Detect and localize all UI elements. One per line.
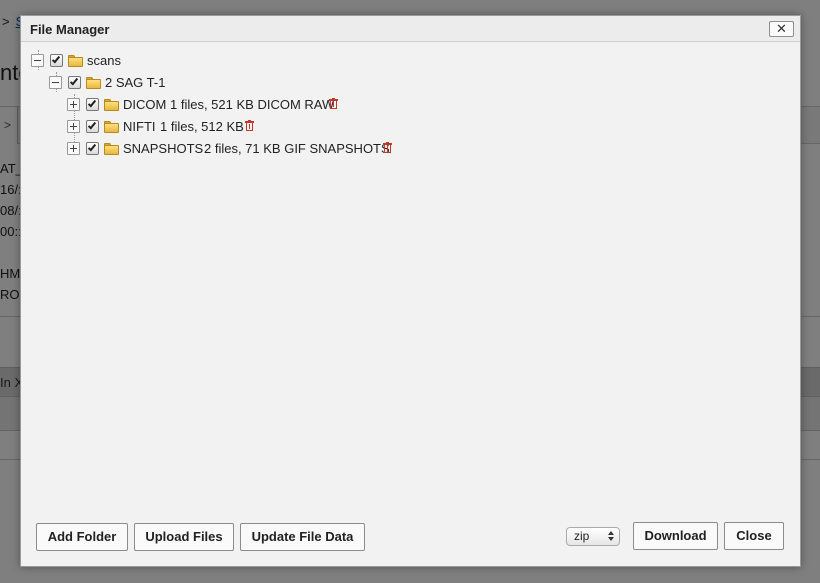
file-info: 1 files, 521 KB DICOM RAW bbox=[170, 97, 335, 112]
select-arrows-icon bbox=[608, 531, 614, 542]
folder-icon bbox=[68, 55, 83, 67]
add-folder-button[interactable]: Add Folder bbox=[36, 523, 128, 551]
file-tree: scans 2 SAG T-1 DICOM 1 files, 521 KB DI… bbox=[21, 42, 800, 512]
download-format-select[interactable]: zip bbox=[566, 527, 620, 546]
dialog-title: File Manager bbox=[30, 22, 110, 37]
tree-node-label[interactable]: DICOM bbox=[123, 97, 166, 112]
folder-icon bbox=[104, 99, 119, 111]
folder-icon bbox=[86, 77, 101, 89]
trash-icon[interactable] bbox=[383, 142, 392, 154]
upload-files-button[interactable]: Upload Files bbox=[134, 523, 234, 551]
update-file-data-button[interactable]: Update File Data bbox=[240, 523, 365, 551]
tree-node-label[interactable]: scans bbox=[87, 53, 121, 68]
collapse-minus-icon[interactable] bbox=[31, 54, 44, 67]
expand-plus-icon[interactable] bbox=[67, 142, 80, 155]
checkbox-checked-icon[interactable] bbox=[86, 120, 99, 133]
tree-node-dicom: DICOM 1 files, 521 KB DICOM RAW bbox=[67, 96, 367, 114]
tree-node-label[interactable]: 2 SAG T-1 bbox=[105, 75, 165, 90]
download-format-value: zip bbox=[574, 529, 590, 543]
dialog-titlebar: File Manager ✕ bbox=[21, 16, 800, 42]
checkbox-checked-icon[interactable] bbox=[50, 54, 63, 67]
file-info: 2 files, 71 KB GIF SNAPSHOTS bbox=[204, 141, 390, 156]
checkbox-checked-icon[interactable] bbox=[86, 142, 99, 155]
tree-node-nifti: NIFTI 1 files, 512 KB bbox=[67, 118, 367, 136]
close-icon[interactable]: ✕ bbox=[769, 21, 794, 37]
folder-icon bbox=[104, 121, 119, 133]
tree-node-scans: scans bbox=[31, 52, 231, 70]
close-button[interactable]: Close bbox=[724, 522, 784, 550]
collapse-minus-icon[interactable] bbox=[49, 76, 62, 89]
folder-icon bbox=[104, 143, 119, 155]
checkbox-checked-icon[interactable] bbox=[86, 98, 99, 111]
tree-node-label[interactable]: NIFTI bbox=[123, 119, 156, 134]
download-button[interactable]: Download bbox=[633, 522, 718, 550]
checkbox-checked-icon[interactable] bbox=[68, 76, 81, 89]
tree-node-label[interactable]: SNAPSHOTS bbox=[123, 141, 203, 156]
tree-node-snapshots: SNAPSHOTS 2 files, 71 KB GIF SNAPSHOTS bbox=[67, 140, 407, 158]
file-info: 1 files, 512 KB bbox=[160, 119, 244, 134]
tree-node-session: 2 SAG T-1 bbox=[49, 74, 249, 92]
expand-plus-icon[interactable] bbox=[67, 98, 80, 111]
trash-icon[interactable] bbox=[329, 98, 338, 110]
file-manager-dialog: File Manager ✕ scans 2 SAG T-1 DICOM 1 f… bbox=[20, 15, 801, 567]
expand-plus-icon[interactable] bbox=[67, 120, 80, 133]
trash-icon[interactable] bbox=[245, 120, 254, 132]
